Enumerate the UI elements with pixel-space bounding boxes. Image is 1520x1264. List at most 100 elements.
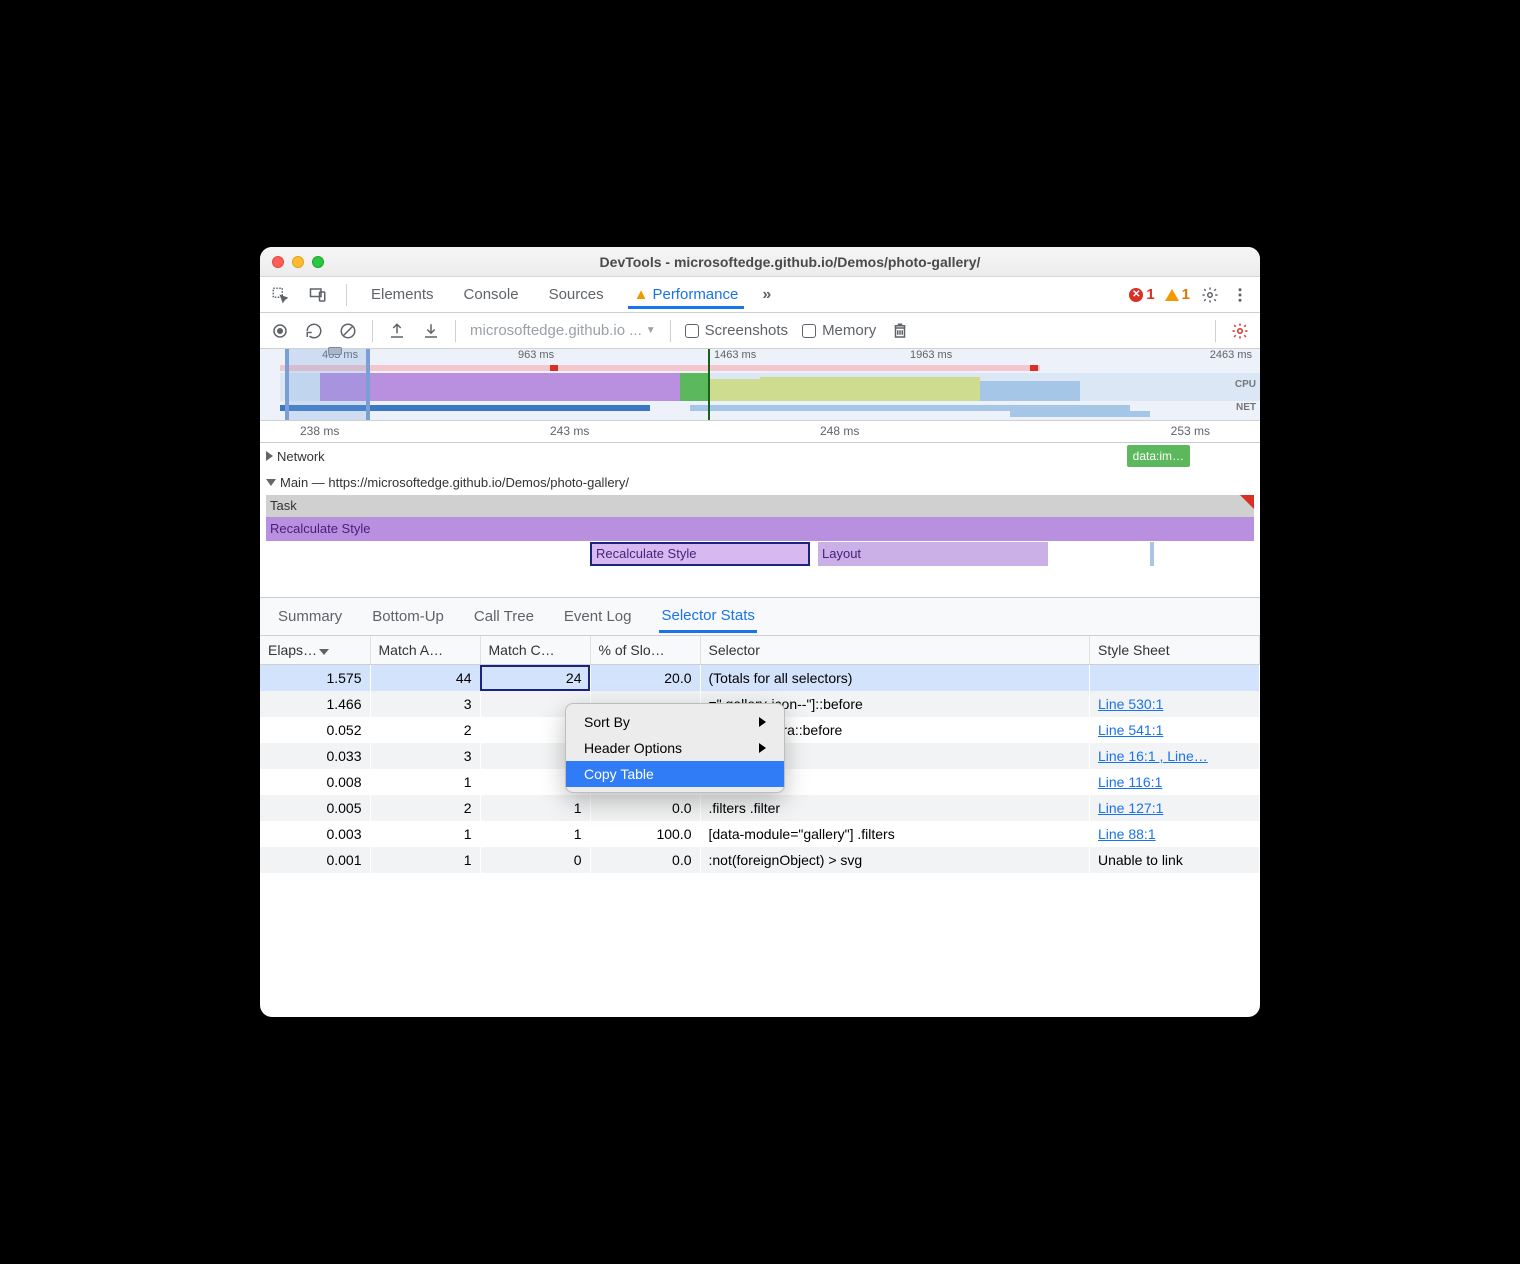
table-row[interactable]: 1.575442420.0(Totals for all selectors) bbox=[260, 665, 1260, 692]
cell-match-attempts[interactable]: 3 bbox=[370, 691, 480, 717]
capture-settings-icon[interactable] bbox=[1230, 321, 1250, 341]
col-selector[interactable]: Selector bbox=[700, 636, 1090, 665]
cell-match-attempts[interactable]: 2 bbox=[370, 717, 480, 743]
cell-elapsed[interactable]: 0.052 bbox=[260, 717, 370, 743]
stylesheet-link[interactable]: Line 116:1 bbox=[1098, 774, 1162, 790]
screenshots-checkbox[interactable]: Screenshots bbox=[685, 322, 788, 339]
menu-sort-by[interactable]: Sort By bbox=[566, 709, 784, 735]
collapse-icon[interactable] bbox=[266, 479, 276, 486]
detail-tabs: Summary Bottom-Up Call Tree Event Log Se… bbox=[260, 598, 1260, 636]
more-tabs-icon[interactable]: » bbox=[762, 286, 769, 304]
upload-icon[interactable] bbox=[387, 321, 407, 341]
tab-bottom-up[interactable]: Bottom-Up bbox=[370, 602, 446, 631]
timeline-overview[interactable]: 463 ms 963 ms 1463 ms 1963 ms 2463 ms CP… bbox=[260, 349, 1260, 421]
table-row[interactable]: 0.005210.0.filters .filter Line 127:1 bbox=[260, 795, 1260, 821]
tab-sources[interactable]: Sources bbox=[543, 280, 610, 309]
recalculate-style-bar[interactable]: Recalculate Style bbox=[266, 517, 1254, 541]
stylesheet-link[interactable]: Line 127:1 bbox=[1098, 800, 1163, 816]
cell-elapsed[interactable]: 0.003 bbox=[260, 821, 370, 847]
layout-bar[interactable]: Layout bbox=[818, 542, 1048, 566]
col-elapsed[interactable]: Elaps… bbox=[260, 636, 370, 665]
cell-stylesheet[interactable]: Line 530:1 bbox=[1090, 691, 1260, 717]
viewport-handle[interactable] bbox=[285, 349, 370, 420]
cell-stylesheet[interactable]: Line 88:1 bbox=[1090, 821, 1260, 847]
stylesheet-link[interactable]: Line 530:1 bbox=[1098, 696, 1163, 712]
memory-checkbox[interactable]: Memory bbox=[802, 322, 876, 339]
col-match-attempts[interactable]: Match A… bbox=[370, 636, 480, 665]
cell-elapsed[interactable]: 0.005 bbox=[260, 795, 370, 821]
settings-icon[interactable] bbox=[1200, 285, 1220, 305]
garbage-collect-icon[interactable] bbox=[890, 321, 910, 341]
error-badge[interactable]: ✕1 bbox=[1129, 286, 1154, 303]
reload-icon[interactable] bbox=[304, 321, 324, 341]
cell-selector[interactable]: (Totals for all selectors) bbox=[700, 665, 1090, 692]
profile-dropdown[interactable]: microsoftedge.github.io ...▼ bbox=[470, 322, 656, 339]
tab-elements[interactable]: Elements bbox=[365, 280, 440, 309]
cell-selector[interactable]: [data-module="gallery"] .filters bbox=[700, 821, 1090, 847]
maximize-button[interactable] bbox=[312, 256, 324, 268]
record-icon[interactable] bbox=[270, 321, 290, 341]
stylesheet-link[interactable]: Line 541:1 bbox=[1098, 722, 1163, 738]
main-thread-row[interactable]: Main — https://microsoftedge.github.io/D… bbox=[260, 469, 1260, 495]
stylesheet-link[interactable]: Line 16:1 , Line… bbox=[1098, 748, 1208, 764]
cell-elapsed[interactable]: 0.033 bbox=[260, 743, 370, 769]
clear-icon[interactable] bbox=[338, 321, 358, 341]
inspect-icon[interactable] bbox=[270, 285, 290, 305]
menu-copy-table[interactable]: Copy Table bbox=[566, 761, 784, 787]
cell-match-attempts[interactable]: 3 bbox=[370, 743, 480, 769]
cell-selector[interactable]: .filters .filter bbox=[700, 795, 1090, 821]
task-bar[interactable]: Task bbox=[266, 495, 1254, 517]
cell-selector[interactable]: :not(foreignObject) > svg bbox=[700, 847, 1090, 873]
playhead[interactable] bbox=[708, 349, 710, 420]
device-icon[interactable] bbox=[308, 285, 328, 305]
tab-event-log[interactable]: Event Log bbox=[562, 602, 634, 631]
expand-icon[interactable] bbox=[266, 451, 273, 461]
network-row[interactable]: Network data:im… bbox=[260, 443, 1260, 469]
cell-stylesheet[interactable] bbox=[1090, 665, 1260, 692]
cell-stylesheet[interactable]: Line 127:1 bbox=[1090, 795, 1260, 821]
tab-call-tree[interactable]: Call Tree bbox=[472, 602, 536, 631]
cell-stylesheet[interactable]: Line 116:1 bbox=[1090, 769, 1260, 795]
menu-header-options[interactable]: Header Options bbox=[566, 735, 784, 761]
cell-stylesheet[interactable]: Line 541:1 bbox=[1090, 717, 1260, 743]
cell-match-attempts[interactable]: 1 bbox=[370, 821, 480, 847]
cell-match-attempts[interactable]: 1 bbox=[370, 769, 480, 795]
tab-console[interactable]: Console bbox=[458, 280, 525, 309]
col-match-count[interactable]: Match C… bbox=[480, 636, 590, 665]
tab-summary[interactable]: Summary bbox=[276, 602, 344, 631]
network-item[interactable]: data:im… bbox=[1127, 445, 1190, 467]
recalculate-style-bar-selected[interactable]: Recalculate Style bbox=[590, 542, 810, 566]
cell-pct-slow[interactable]: 0.0 bbox=[590, 847, 700, 873]
cell-match-count[interactable]: 24 bbox=[480, 665, 590, 692]
minimize-button[interactable] bbox=[292, 256, 304, 268]
cell-stylesheet[interactable]: Line 16:1 , Line… bbox=[1090, 743, 1260, 769]
cell-pct-slow[interactable]: 20.0 bbox=[590, 665, 700, 692]
warning-badge[interactable]: 1 bbox=[1165, 286, 1190, 303]
flame-chart[interactable]: Network data:im… Main — https://microsof… bbox=[260, 443, 1260, 598]
col-pct-slow[interactable]: % of Slo… bbox=[590, 636, 700, 665]
cell-elapsed[interactable]: 1.575 bbox=[260, 665, 370, 692]
tab-selector-stats[interactable]: Selector Stats bbox=[659, 601, 756, 633]
devtools-window: DevTools - microsoftedge.github.io/Demos… bbox=[260, 247, 1260, 1017]
cell-match-count[interactable]: 1 bbox=[480, 821, 590, 847]
cell-match-attempts[interactable]: 2 bbox=[370, 795, 480, 821]
kebab-icon[interactable] bbox=[1230, 285, 1250, 305]
tab-performance[interactable]: ▲Performance bbox=[628, 280, 745, 309]
cell-elapsed[interactable]: 0.001 bbox=[260, 847, 370, 873]
table-row[interactable]: 0.00311100.0[data-module="gallery"] .fil… bbox=[260, 821, 1260, 847]
divider bbox=[372, 320, 373, 342]
col-stylesheet[interactable]: Style Sheet bbox=[1090, 636, 1260, 665]
cell-match-attempts[interactable]: 1 bbox=[370, 847, 480, 873]
cell-match-attempts[interactable]: 44 bbox=[370, 665, 480, 692]
table-row[interactable]: 0.001100.0:not(foreignObject) > svgUnabl… bbox=[260, 847, 1260, 873]
cell-elapsed[interactable]: 0.008 bbox=[260, 769, 370, 795]
cell-elapsed[interactable]: 1.466 bbox=[260, 691, 370, 717]
stylesheet-link[interactable]: Line 88:1 bbox=[1098, 826, 1156, 842]
download-icon[interactable] bbox=[421, 321, 441, 341]
close-button[interactable] bbox=[272, 256, 284, 268]
cell-pct-slow[interactable]: 100.0 bbox=[590, 821, 700, 847]
cell-stylesheet[interactable]: Unable to link bbox=[1090, 847, 1260, 873]
cell-match-count[interactable]: 1 bbox=[480, 795, 590, 821]
cell-pct-slow[interactable]: 0.0 bbox=[590, 795, 700, 821]
cell-match-count[interactable]: 0 bbox=[480, 847, 590, 873]
